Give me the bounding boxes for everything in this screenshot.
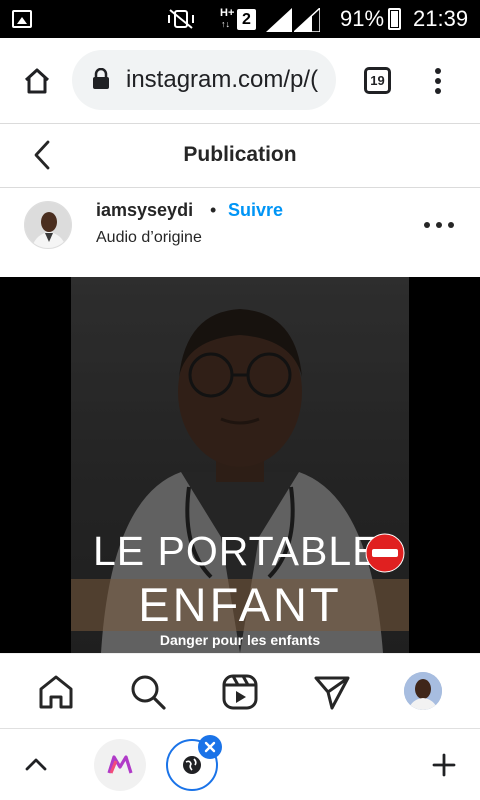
- post-header: Publication: [0, 124, 480, 188]
- app-logo-icon: [107, 755, 133, 774]
- globe-icon: [183, 756, 201, 774]
- overlay-title: LE PORTABLE: [93, 528, 381, 574]
- browser-bottom-bar: [0, 728, 480, 800]
- post-media[interactable]: LE PORTABLE ENFANT Danger pour les enfan…: [0, 277, 480, 653]
- post-image: LE PORTABLE ENFANT Danger pour les enfan…: [71, 277, 409, 653]
- follow-button[interactable]: Suivre: [228, 200, 283, 221]
- tab-group-item-1[interactable]: [94, 739, 146, 791]
- post-author-row: iamsyseydi • Suivre Audio d’origine: [0, 189, 480, 277]
- gallery-notification-icon: [12, 10, 32, 28]
- network-type-label: H+: [220, 7, 235, 19]
- url-text: instagram.com/p/(: [126, 66, 319, 93]
- profile-photo: [404, 672, 442, 710]
- no-entry-emoji-icon: [365, 533, 405, 573]
- overlay-caption: Danger pour les enfants: [159, 632, 321, 648]
- browser-toolbar: instagram.com/p/( 19: [0, 38, 480, 124]
- new-tab-plus-icon[interactable]: [432, 753, 456, 777]
- instagram-bottom-nav: [0, 653, 480, 728]
- clock: 21:39: [413, 6, 469, 31]
- sim-slot-badge: 2: [237, 9, 256, 30]
- vibrate-mute-icon: [168, 9, 194, 29]
- overlay-subtitle: ENFANT: [138, 578, 342, 631]
- lock-icon: [93, 68, 109, 89]
- battery-percent: 91%: [340, 6, 385, 31]
- close-icon: [204, 741, 216, 753]
- author-photo: [25, 202, 71, 248]
- author-username[interactable]: iamsyseydi: [96, 200, 193, 221]
- more-options-icon[interactable]: [422, 211, 456, 239]
- home-icon[interactable]: [36, 672, 76, 712]
- browser-home-icon[interactable]: [22, 66, 52, 96]
- chevron-up-icon[interactable]: [24, 755, 48, 773]
- address-bar[interactable]: instagram.com/p/(: [72, 50, 336, 110]
- close-tab-button[interactable]: [198, 735, 222, 759]
- network-activity-arrows: ↑↓: [221, 19, 230, 29]
- signal-strength-icon: [266, 8, 292, 32]
- reels-icon[interactable]: [220, 672, 260, 712]
- browser-menu-icon[interactable]: [430, 66, 446, 96]
- status-bar: H+ ↑↓ 2 91% 21:39: [0, 0, 480, 38]
- page-title: Publication: [183, 143, 297, 166]
- battery-icon: [388, 8, 401, 30]
- profile-avatar[interactable]: [404, 672, 442, 710]
- signal-strength-icon-2: [294, 8, 320, 32]
- direct-message-icon[interactable]: [312, 672, 352, 712]
- tab-switcher-button[interactable]: 19: [364, 67, 391, 94]
- search-icon[interactable]: [128, 672, 168, 712]
- audio-label[interactable]: Audio d’origine: [96, 229, 202, 247]
- separator-dot: •: [210, 200, 217, 220]
- author-avatar[interactable]: [24, 201, 72, 249]
